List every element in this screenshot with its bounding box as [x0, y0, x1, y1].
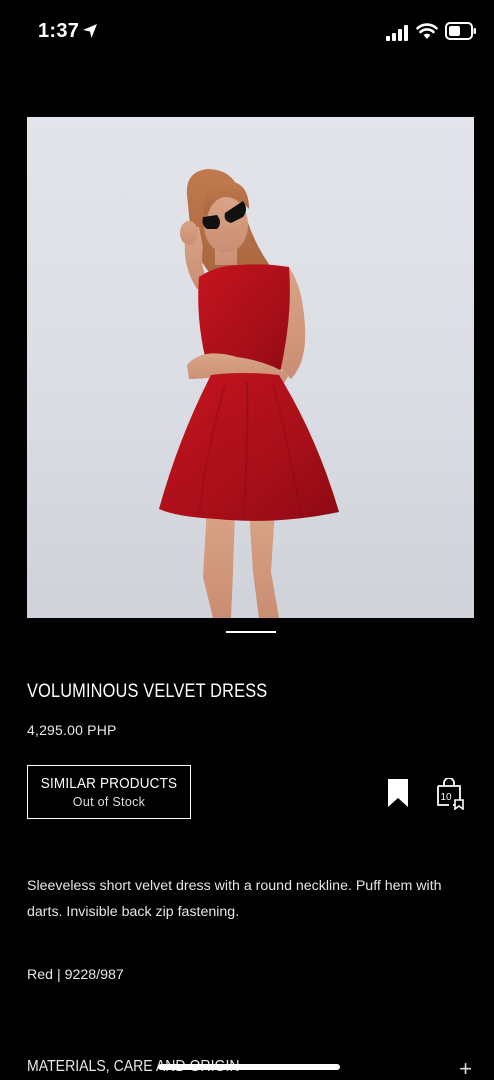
signal-icon: [386, 25, 408, 41]
bag-count: 10: [441, 792, 453, 803]
battery-icon: [445, 22, 476, 40]
similar-products-button[interactable]: SIMILAR PRODUCTS Out of Stock: [27, 765, 191, 819]
bookmark-icon[interactable]: [386, 778, 410, 808]
home-indicator[interactable]: [158, 1064, 340, 1070]
carousel-indicator: [226, 631, 276, 633]
shopping-bag-icon: 10: [437, 777, 464, 811]
product-price: 4,295.00 PHP: [27, 722, 117, 738]
location-arrow-icon: [83, 24, 97, 38]
product-description: Sleeveless short velvet dress with a rou…: [27, 878, 442, 920]
plus-icon: +: [459, 1056, 472, 1080]
product-title: VOLUMINOUS VELVET DRESS: [27, 681, 268, 702]
product-image[interactable]: [27, 117, 474, 618]
wifi-icon: [416, 23, 438, 39]
stock-status: Out of Stock: [72, 795, 146, 809]
status-bar: 1:37: [0, 0, 494, 64]
similar-products-label: SIMILAR PRODUCTS: [40, 775, 178, 792]
status-time: 1:37: [38, 20, 80, 42]
add-to-bag-button[interactable]: 10: [435, 777, 465, 811]
product-color-reference: Red | 9228/987: [27, 967, 124, 983]
